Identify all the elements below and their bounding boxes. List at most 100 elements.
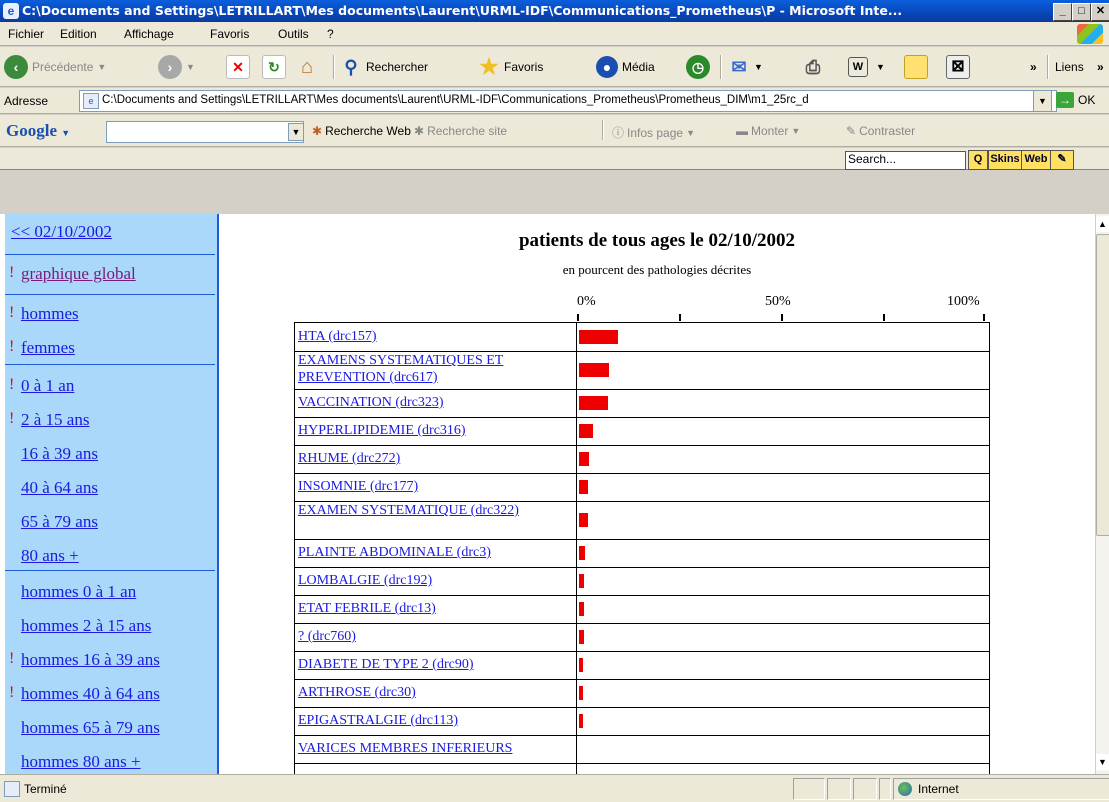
pathology-link[interactable]: INSOMNIE (drc177) [298,478,570,495]
google-search-input[interactable] [106,121,304,143]
nav-men-age-link[interactable]: hommes 2 à 15 ans [21,616,151,636]
skins-button[interactable]: Skins [988,150,1022,170]
nav-item-men-age[interactable]: hommes 65 à 79 ans [5,712,215,746]
chevron-down-icon: ▼ [61,128,71,138]
nav-men-age-link[interactable]: hommes 16 à 39 ans [21,650,160,670]
pathology-link[interactable]: RHUME (drc272) [298,450,570,467]
nav-item-men-age[interactable]: ! hommes 40 à 64 ans [5,678,215,712]
page-info-button[interactable]: ⓘ Infos page ▼ [612,124,695,141]
maximize-button[interactable]: □ [1072,3,1091,21]
nav-age-link[interactable]: 40 à 64 ans [21,478,98,498]
close-button[interactable]: ✕ [1091,3,1109,21]
chart-row: ETAT FEBRILE (drc13) [295,595,989,624]
nav-age-link[interactable]: 65 à 79 ans [21,512,98,532]
nav-item-age[interactable]: ! 0 à 1 an [5,370,215,404]
links-button[interactable]: Liens [1055,53,1084,81]
favorites-button[interactable]: ★ Favoris [478,53,543,81]
chevron-down-icon: ▼ [754,62,763,72]
nav-item-global[interactable]: ! graphique global [5,258,215,292]
nav-date-link-text[interactable]: << 02/10/2002 [11,222,112,242]
stop-button[interactable]: ✕ [226,53,250,81]
nav-item-age[interactable]: ! 2 à 15 ans [5,404,215,438]
pathology-link[interactable]: EPIGASTRALGIE (drc113) [298,712,570,729]
media-label: Média [622,60,655,74]
nav-men-age-link[interactable]: hommes 80 ans + [21,752,141,772]
pathology-link[interactable]: HYPERLIPIDEMIE (drc316) [298,422,570,439]
nav-item-men-age[interactable]: hommes 0 à 1 an [5,576,215,610]
site-search-button[interactable]: ✱ Recherche site [414,124,507,138]
scroll-down-icon[interactable]: ▼ [1096,754,1109,770]
notes-button[interactable] [904,53,928,81]
edit-word-button[interactable]: W ▼ [848,53,885,81]
pathology-link[interactable]: EXAMENS SYSTEMATIQUES ET PREVENTION (drc… [298,352,570,386]
nav-item-age[interactable]: 80 ans + [5,540,215,574]
print-button[interactable]: ⎙ [802,53,824,81]
google-logo[interactable]: Google ▼ [6,121,70,141]
pathology-link[interactable]: ARTHROSE (drc30) [298,684,570,701]
nav-men-age-link[interactable]: hommes 65 à 79 ans [21,718,160,738]
menu-favoris[interactable]: Favoris [210,27,249,41]
nav-age-link[interactable]: 0 à 1 an [21,376,74,396]
pathology-link[interactable]: DIABETE DE TYPE 2 (drc90) [298,656,570,673]
search-icon[interactable]: Q [968,150,988,170]
nav-global-link[interactable]: graphique global [21,264,136,284]
address-bar: Adresse e C:\Documents and Settings\LETR… [0,88,1109,114]
nav-item-age[interactable]: 16 à 39 ans [5,438,215,472]
google-search-dropdown[interactable]: ▼ [288,123,304,141]
search-icon: ⚲ [344,57,358,77]
chevron-down-icon: ▼ [97,62,107,72]
nav-item-age[interactable]: 40 à 64 ans [5,472,215,506]
nav-item-men-age[interactable]: hommes 2 à 15 ans [5,610,215,644]
nav-age-link[interactable]: 2 à 15 ans [21,410,89,430]
contrast-button[interactable]: ✎ Contraster [846,124,915,138]
window-title-bar[interactable]: e C:\Documents and Settings\LETRILLART\M… [0,0,1109,22]
media-button[interactable]: ● Média [596,53,655,81]
nav-age-link[interactable]: 16 à 39 ans [21,444,98,464]
up-button[interactable]: ▬ Monter ▼ [736,124,800,138]
pathology-link[interactable]: EXAMEN SYSTEMATIQUE (drc322) [298,502,570,519]
pathology-link[interactable]: HTA (drc157) [298,328,570,345]
nav-men-age-link[interactable]: hommes 40 à 64 ans [21,684,160,704]
back-button[interactable]: ‹ Précédente ▼ [4,53,106,81]
menu-affichage[interactable]: Affichage [124,27,174,41]
nav-men-age-link[interactable]: hommes 0 à 1 an [21,582,136,602]
pathology-link[interactable]: LOMBALGIE (drc192) [298,572,570,589]
address-dropdown-button[interactable]: ▼ [1033,90,1052,112]
minimize-button[interactable]: _ [1053,3,1072,21]
search-button[interactable]: ⚲ Rechercher [340,53,428,81]
pathology-link[interactable]: PLAINTE ABDOMINALE (drc3) [298,544,570,561]
menu-outils[interactable]: Outils [278,27,309,41]
forward-button[interactable]: › ▼ [158,53,195,81]
scrollbar-thumb[interactable] [1096,234,1109,536]
pathology-link[interactable]: ? (drc760) [298,628,570,645]
pathology-link[interactable]: VACCINATION (drc323) [298,394,570,411]
go-button[interactable]: → OK [1056,92,1095,108]
highlight-icon[interactable]: ✎ [1050,150,1074,170]
web-button[interactable]: Web [1021,150,1051,170]
search-input[interactable]: Search... [845,151,966,170]
mail-button[interactable]: ✉ ▼ [728,53,763,81]
nav-item-hommes[interactable]: ! hommes [5,298,215,332]
refresh-button[interactable]: ↻ [262,53,286,81]
nav-item-femmes[interactable]: ! femmes [5,332,215,366]
menu-edition[interactable]: Edition [60,27,97,41]
history-button[interactable]: ◷ [686,53,710,81]
nav-age-link[interactable]: 80 ans + [21,546,79,566]
scroll-up-icon[interactable]: ▲ [1096,216,1109,232]
menu-fichier[interactable]: Fichier [8,27,44,41]
nav-hommes-link[interactable]: hommes [21,304,79,324]
nav-item-age[interactable]: 65 à 79 ans [5,506,215,540]
pathology-link[interactable]: ETAT FEBRILE (drc13) [298,600,570,617]
nav-date-link[interactable]: << 02/10/2002 [5,220,215,254]
chart-row: HYPERLIPIDEMIE (drc316) [295,417,989,446]
menu-help[interactable]: ? [327,27,334,41]
nav-femmes-link[interactable]: femmes [21,338,75,358]
address-input[interactable]: e C:\Documents and Settings\LETRILLART\M… [79,90,1057,112]
web-search-button[interactable]: ✱ Recherche Web [312,124,411,138]
toolbar-overflow-chevron[interactable]: » [1030,53,1037,81]
links-overflow-chevron[interactable]: » [1097,53,1104,81]
nav-item-men-age[interactable]: ! hommes 16 à 39 ans [5,644,215,678]
messenger-button[interactable]: ⊠ [946,53,970,81]
home-button[interactable]: ⌂ [296,53,318,81]
pathology-link[interactable]: VARICES MEMBRES INFERIEURS [298,740,570,757]
